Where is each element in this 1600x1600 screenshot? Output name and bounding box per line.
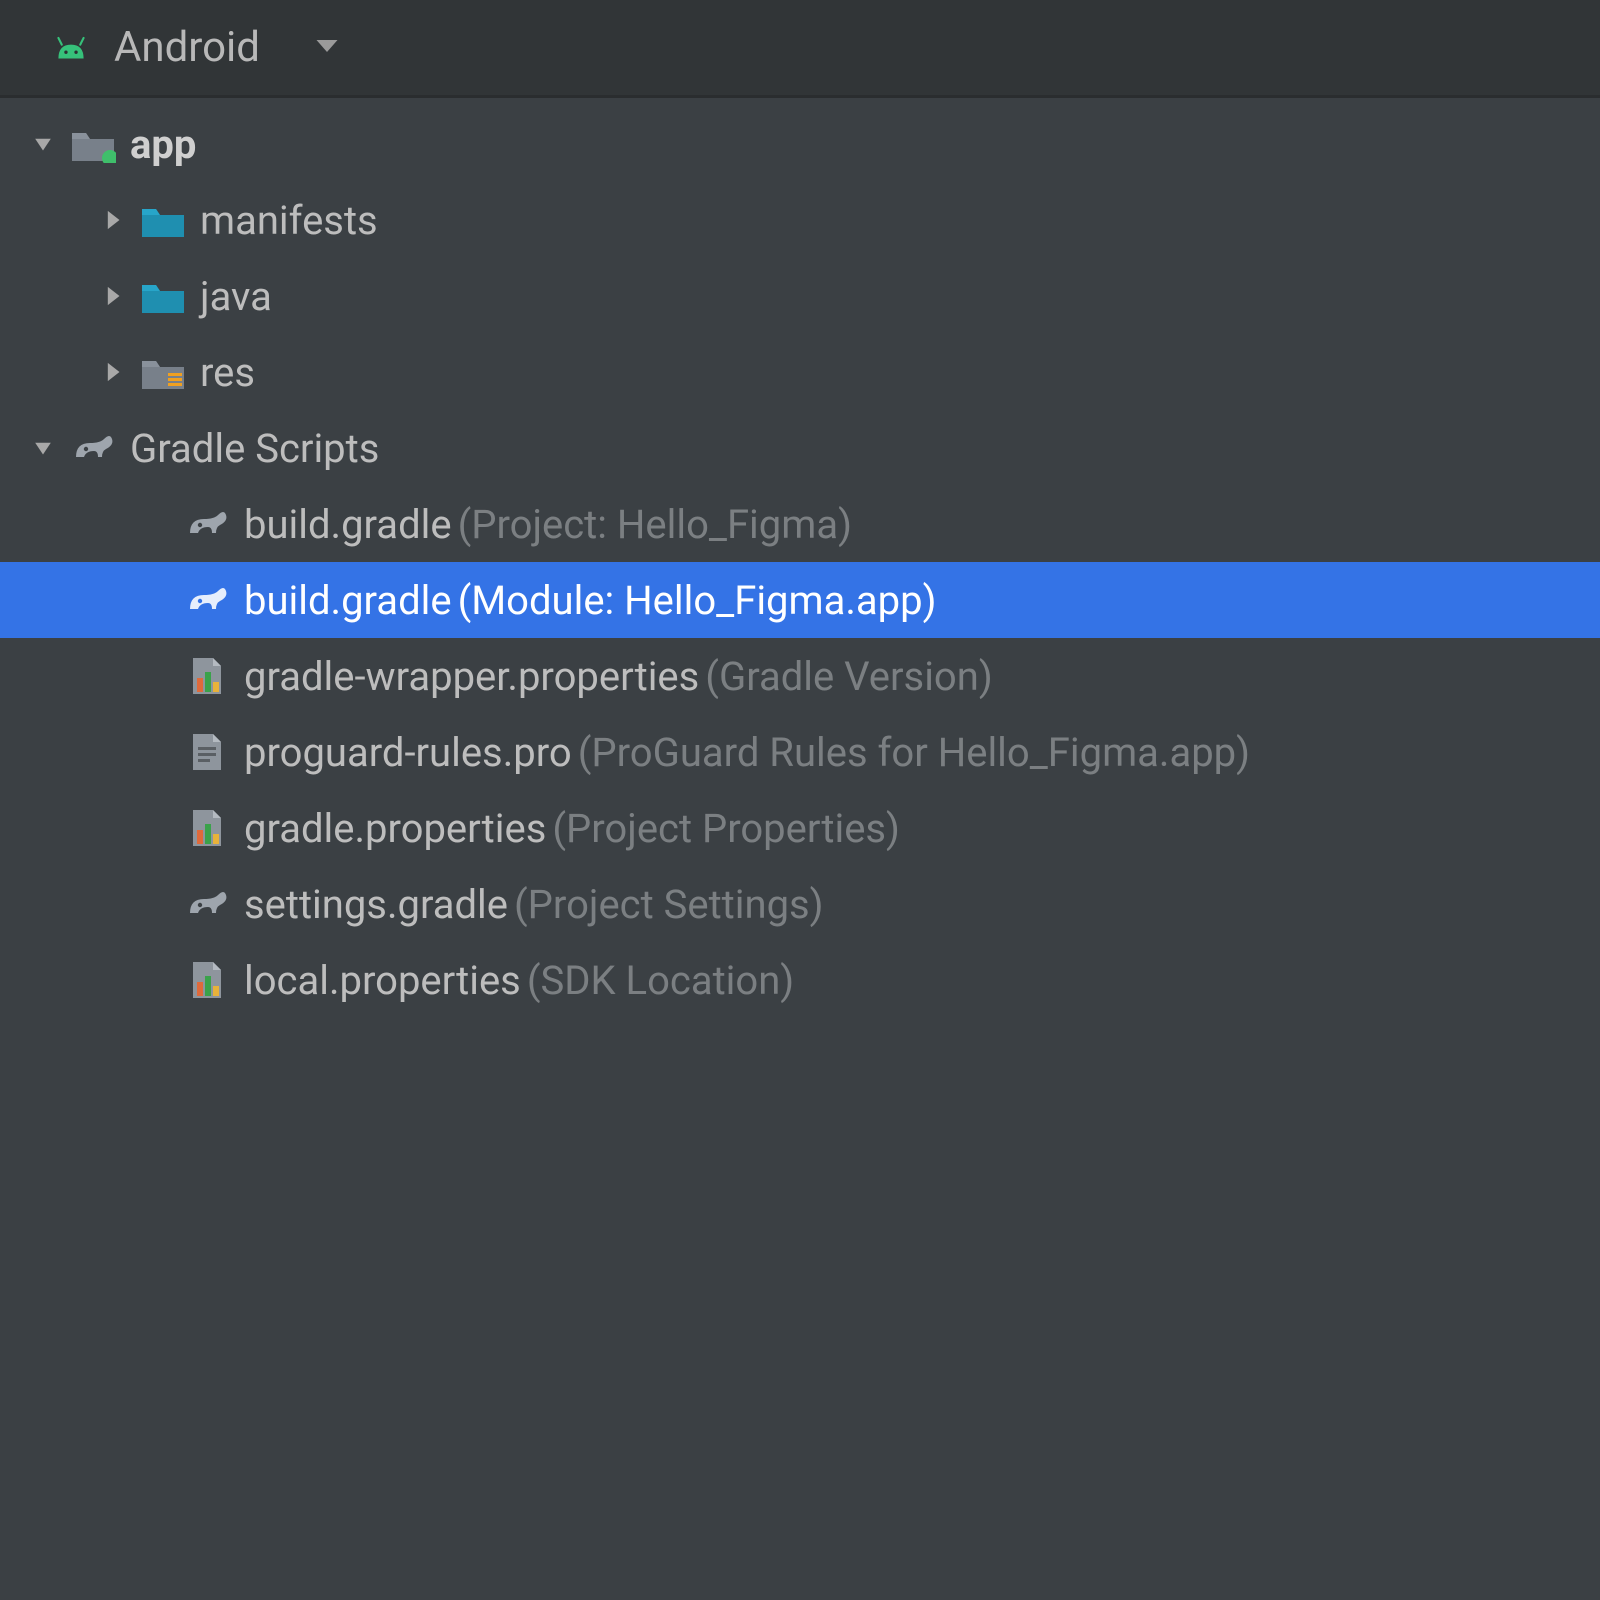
module-icon: [70, 123, 116, 165]
tree-hint: (Project Settings): [514, 881, 824, 928]
tree-label: manifests: [200, 197, 378, 244]
project-tree: app manifests java: [0, 98, 1600, 1018]
chevron-right-icon[interactable]: [98, 205, 128, 235]
tree-label: res: [200, 349, 255, 396]
chevron-down-icon[interactable]: [312, 31, 342, 65]
gradle-icon: [184, 883, 230, 925]
tree-node-gradle-file[interactable]: gradle.properties (Project Properties): [0, 790, 1600, 866]
tree-label: java: [200, 273, 272, 320]
chevron-right-icon[interactable]: [98, 357, 128, 387]
tree-node-res[interactable]: res: [0, 334, 1600, 410]
tree-node-gradle-file[interactable]: build.gradle (Module: Hello_Figma.app): [0, 562, 1600, 638]
gradle-icon: [184, 503, 230, 545]
text-icon: [184, 731, 230, 773]
tree-label: gradle-wrapper.properties: [244, 653, 699, 700]
tree-hint: (Project: Hello_Figma): [458, 501, 852, 548]
chevron-right-icon[interactable]: [98, 281, 128, 311]
tree-hint: (SDK Location): [527, 957, 794, 1004]
tree-label: app: [130, 121, 196, 168]
resources-folder-icon: [140, 351, 186, 393]
tree-node-app[interactable]: app: [0, 106, 1600, 182]
tree-label: Gradle Scripts: [130, 425, 379, 472]
tree-node-gradle-file[interactable]: build.gradle (Project: Hello_Figma): [0, 486, 1600, 562]
tree-label: gradle.properties: [244, 805, 546, 852]
chevron-down-icon[interactable]: [28, 433, 58, 463]
tree-hint: (Gradle Version): [705, 653, 992, 700]
tree-label: build.gradle: [244, 577, 452, 624]
tree-node-gradle-file[interactable]: settings.gradle (Project Settings): [0, 866, 1600, 942]
tree-node-gradle-file[interactable]: local.properties (SDK Location): [0, 942, 1600, 1018]
tree-node-gradle-file[interactable]: gradle-wrapper.properties (Gradle Versio…: [0, 638, 1600, 714]
chevron-down-icon[interactable]: [28, 129, 58, 159]
gradle-icon: [184, 579, 230, 621]
tree-label: local.properties: [244, 957, 521, 1004]
gradle-icon: [70, 427, 116, 469]
tree-node-manifests[interactable]: manifests: [0, 182, 1600, 258]
tree-hint: (ProGuard Rules for Hello_Figma.app): [578, 729, 1250, 776]
tree-hint: (Module: Hello_Figma.app): [458, 577, 937, 624]
tree-label: settings.gradle: [244, 881, 508, 928]
props-icon: [184, 807, 230, 849]
tree-node-gradle-scripts[interactable]: Gradle Scripts: [0, 410, 1600, 486]
android-icon: [50, 27, 92, 69]
tree-node-gradle-file[interactable]: proguard-rules.pro (ProGuard Rules for H…: [0, 714, 1600, 790]
tree-label: build.gradle: [244, 501, 452, 548]
tree-hint: (Project Properties): [552, 805, 900, 852]
props-icon: [184, 655, 230, 697]
folder-icon: [140, 275, 186, 317]
folder-icon: [140, 199, 186, 241]
tree-label: proguard-rules.pro: [244, 729, 572, 776]
tree-node-java[interactable]: java: [0, 258, 1600, 334]
props-icon: [184, 959, 230, 1001]
project-view-header[interactable]: Android: [0, 0, 1600, 98]
project-view-label: Android: [114, 23, 260, 72]
